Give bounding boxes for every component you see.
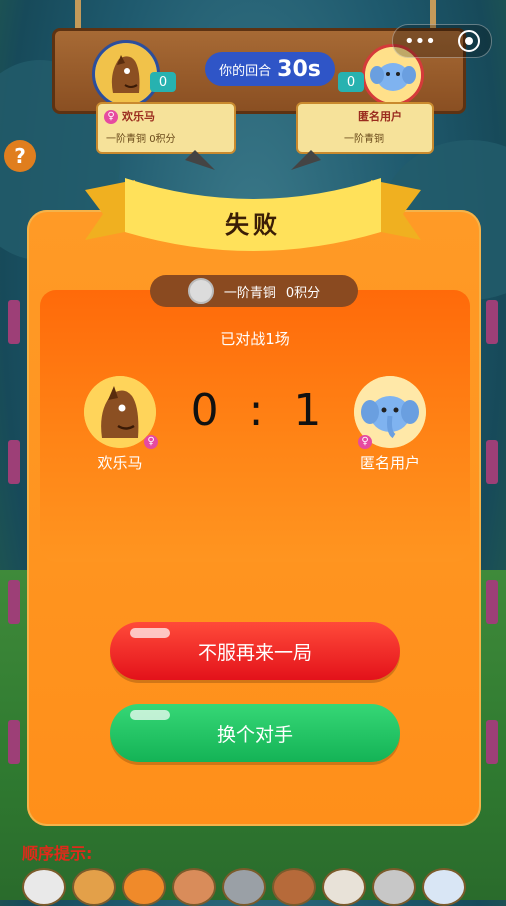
elephant-icon (422, 868, 466, 906)
wolf-icon (222, 868, 266, 906)
horse-icon (95, 43, 157, 105)
turn-timer: 30s (277, 56, 321, 82)
right-gem-badge: 0 (338, 72, 364, 92)
side-card (486, 580, 498, 624)
leopard-icon (172, 868, 216, 906)
rematch-button[interactable]: 不服再来一局 (110, 622, 400, 680)
gender-icon: ♀ (144, 435, 158, 449)
right-player-rank: 一阶青铜 (344, 134, 384, 145)
turn-indicator: 你的回合 30s (205, 52, 335, 86)
left-player-rank: 一阶青铜 0积分 (106, 134, 176, 145)
button-shine (130, 710, 170, 720)
bronze-medal-icon (187, 278, 214, 304)
match-score: 0 : 1 (190, 385, 330, 436)
rope (75, 0, 81, 28)
change-opponent-label: 换个对手 (216, 723, 293, 746)
side-card (8, 300, 20, 344)
rank-pill: 一阶青铜 0积分 (150, 275, 358, 307)
side-card (486, 720, 498, 764)
lion-icon (72, 868, 116, 906)
gender-icon: ♀ (104, 110, 118, 124)
help-icon: ? (14, 144, 26, 168)
right-result-name: 匿名用户 (359, 454, 420, 472)
button-shine (130, 628, 170, 638)
order-hint-label: 顺序提示: (22, 844, 93, 863)
help-button[interactable]: ? (4, 140, 36, 172)
side-card (486, 300, 498, 344)
side-card (8, 720, 20, 764)
tiger-icon (122, 868, 166, 906)
turn-label: 你的回合 (219, 63, 272, 79)
points-text: 0积分 (285, 285, 321, 301)
right-player-name: 匿名用户 (358, 110, 402, 123)
mouse-icon (372, 868, 416, 906)
score-panel: 已对战1场 ♀ 欢乐马 0 : 1 ♀ 匿名用户 (40, 290, 470, 562)
more-icon[interactable]: ••• (404, 31, 436, 52)
left-gem-count: 0 (158, 74, 168, 90)
left-nameplate: ♀ 欢乐马 一阶青铜 0积分 (96, 102, 236, 154)
elephant-icon (22, 868, 66, 906)
rematch-label: 不服再来一局 (197, 641, 312, 664)
dog-icon (272, 868, 316, 906)
rank-text: 一阶青铜 (223, 285, 276, 301)
cat-icon (322, 868, 366, 906)
close-icon[interactable] (457, 30, 480, 52)
right-gem-count: 0 (346, 74, 356, 90)
side-card (486, 440, 498, 484)
left-result-name: 欢乐马 (97, 454, 143, 472)
result-title: 失败 (225, 211, 281, 239)
side-card (8, 580, 20, 624)
battles-played: 已对战1场 (220, 330, 290, 348)
right-nameplate: 匿名用户 一阶青铜 (296, 102, 434, 154)
animal-order-strip (22, 868, 502, 906)
gender-icon: ♀ (358, 435, 372, 449)
left-gem-badge: 0 (150, 72, 176, 92)
miniprogram-capsule[interactable]: ••• (392, 24, 492, 58)
left-player-name: 欢乐马 (122, 110, 155, 123)
side-card (8, 440, 20, 484)
change-opponent-button[interactable]: 换个对手 (110, 704, 400, 762)
